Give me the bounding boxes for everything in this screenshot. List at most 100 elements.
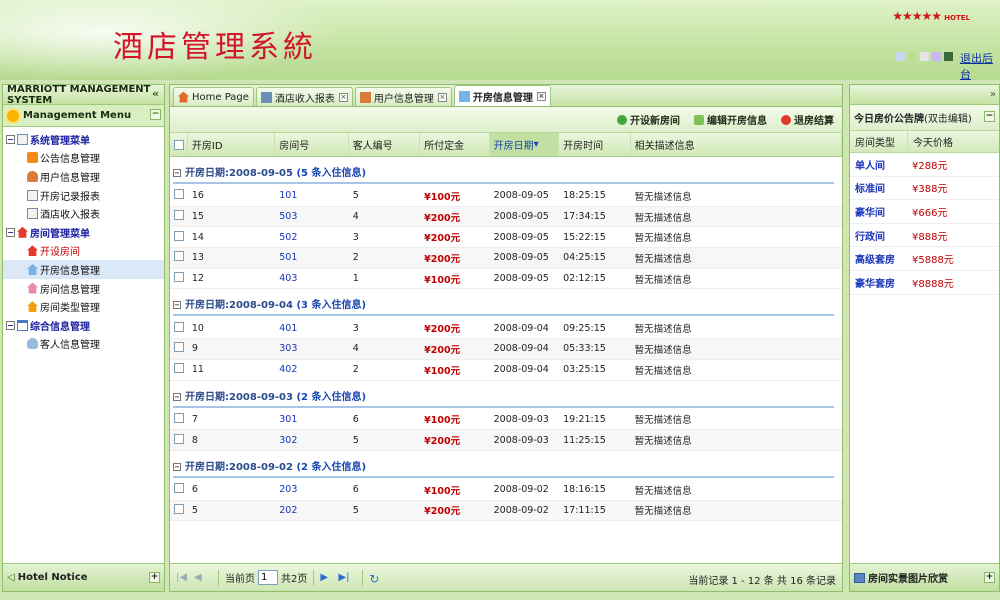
new-room-button[interactable]: 开设新房间 xyxy=(617,112,680,127)
column-header[interactable]: 房间号 xyxy=(275,133,349,156)
row-checkbox[interactable] xyxy=(174,412,184,423)
row-checkbox[interactable] xyxy=(174,321,184,332)
menu-group-2[interactable]: − 综合信息管理 xyxy=(3,316,164,335)
column-header[interactable]: 开房日期 ▾ xyxy=(489,133,560,156)
table-row[interactable]: 8 302 5 ¥200元 2008-09-03 11:25:15 暂无描述信息 xyxy=(170,430,842,451)
select-all-checkbox[interactable] xyxy=(174,139,184,150)
cell-time: 17:34:15 xyxy=(563,211,606,223)
price-row[interactable]: 标准间 ¥388元 xyxy=(850,177,999,201)
table-row[interactable]: 14 502 3 ¥200元 2008-09-05 15:22:15 暂无描述信息 xyxy=(170,227,842,249)
page-number-input[interactable] xyxy=(258,570,278,585)
collapse-right-button[interactable]: » xyxy=(990,89,996,100)
price-row[interactable]: 高级套房 ¥5888元 xyxy=(850,247,999,271)
close-tab-icon[interactable]: × xyxy=(437,92,447,102)
menu-item[interactable]: 房间信息管理 xyxy=(3,279,164,298)
room-photos-expand-button[interactable]: + xyxy=(984,572,995,583)
group-collapse-icon[interactable]: − xyxy=(173,169,181,177)
row-checkbox[interactable] xyxy=(174,230,184,241)
table-row[interactable]: 10 401 3 ¥200元 2008-09-04 09:25:15 暂无描述信息 xyxy=(170,318,842,340)
theme-color-swatch[interactable] xyxy=(944,52,953,61)
table-row[interactable]: 12 403 1 ¥100元 2008-09-05 02:12:15 暂无描述信息 xyxy=(170,269,842,290)
column-header[interactable]: 所付定金 xyxy=(420,133,490,156)
edit-room-button[interactable]: 编辑开房信息 xyxy=(694,112,767,127)
theme-color-swatch[interactable] xyxy=(932,52,941,61)
table-row[interactable]: 9 303 4 ¥200元 2008-09-04 05:33:15 暂无描述信息 xyxy=(170,339,842,360)
table-row[interactable]: 15 503 4 ¥200元 2008-09-05 17:34:15 暂无描述信息 xyxy=(170,206,842,228)
theme-color-swatch[interactable] xyxy=(908,52,917,61)
prev-page-icon[interactable]: ◀ xyxy=(194,572,206,584)
price-row[interactable]: 单人间 ¥288元 xyxy=(850,153,999,177)
menu-item[interactable]: 开房信息管理 xyxy=(3,260,164,279)
row-checkbox[interactable] xyxy=(174,210,184,221)
row-checkbox[interactable] xyxy=(174,363,184,374)
menu-item[interactable]: 公告信息管理 xyxy=(3,149,164,168)
price-board-collapse-button[interactable]: − xyxy=(984,111,995,122)
menu-item[interactable]: 房间类型管理 xyxy=(3,297,164,316)
room-photos-bar[interactable]: 房间实景图片欣赏 + xyxy=(850,563,999,591)
row-checkbox[interactable] xyxy=(174,342,184,353)
close-tab-icon[interactable]: × xyxy=(536,91,546,101)
tab-0[interactable]: Home Page xyxy=(173,87,254,106)
tab-1[interactable]: 酒店收入报表 × xyxy=(255,87,353,106)
price-row[interactable]: 行政间 ¥888元 xyxy=(850,224,999,248)
hotel-notice-expand-button[interactable]: + xyxy=(149,572,160,583)
last-page-icon[interactable]: ▶| xyxy=(338,572,350,584)
collapse-left-button[interactable]: « xyxy=(150,88,161,100)
group-collapse-icon[interactable]: − xyxy=(173,301,181,310)
column-header[interactable]: 相关描述信息 xyxy=(631,133,842,156)
group-header[interactable]: − 开房日期: 2008-09-02 (2 条入住信息) xyxy=(170,454,842,476)
room-type: 单人间 xyxy=(855,160,885,172)
theme-color-picker[interactable] xyxy=(896,52,953,61)
close-tab-icon[interactable]: × xyxy=(338,92,348,102)
group-header[interactable]: − 开房日期: 2008-09-04 (3 条入住信息) xyxy=(170,292,842,314)
column-header[interactable]: 开房时间 xyxy=(559,133,631,156)
hotel-notice-bar[interactable]: ◁ Hotel Notice + xyxy=(3,563,164,591)
menu-item[interactable]: 客人信息管理 xyxy=(3,335,164,354)
theme-color-swatch[interactable] xyxy=(896,52,905,61)
first-page-icon[interactable]: |◀ xyxy=(176,572,188,584)
menu-item[interactable]: 酒店收入报表 xyxy=(3,204,164,223)
table-row[interactable]: 7 301 6 ¥100元 2008-09-03 19:21:15 暂无描述信息 xyxy=(170,410,842,431)
menu-item[interactable]: 开房记录报表 xyxy=(3,186,164,205)
menu-group-1[interactable]: − 房间管理菜单 xyxy=(3,223,164,242)
collapse-toggle-icon[interactable]: − xyxy=(6,320,15,330)
next-page-icon[interactable]: ▶ xyxy=(320,572,332,584)
group-header[interactable]: − 开房日期: 2008-09-05 (5 条入住信息) xyxy=(170,160,842,182)
collapse-toggle-icon[interactable]: − xyxy=(6,134,15,144)
tab-label: 用户信息管理 xyxy=(373,93,434,105)
edit-icon xyxy=(694,114,704,125)
checkout-button[interactable]: 退房结算 xyxy=(781,112,834,127)
row-checkbox[interactable] xyxy=(174,483,184,494)
room-price: ¥8888元 xyxy=(912,278,954,290)
group-collapse-icon[interactable]: − xyxy=(173,462,181,471)
menu-item[interactable]: 用户信息管理 xyxy=(3,167,164,186)
price-row[interactable]: 豪华套房 ¥8888元 xyxy=(850,271,999,295)
row-checkbox[interactable] xyxy=(174,189,184,200)
app-title: 酒店管理系統 xyxy=(113,30,317,65)
refresh-icon[interactable]: ↻ xyxy=(369,572,381,586)
group-header[interactable]: − 开房日期: 2008-09-03 (2 条入住信息) xyxy=(170,384,842,406)
table-row[interactable]: 6 203 6 ¥100元 2008-09-02 18:16:15 暂无描述信息 xyxy=(170,480,842,501)
row-checkbox[interactable] xyxy=(174,272,184,283)
menu-collapse-button[interactable]: − xyxy=(150,109,161,120)
table-row[interactable]: 5 202 5 ¥200元 2008-09-02 17:11:15 暂无描述信息 xyxy=(170,500,842,522)
row-checkbox[interactable] xyxy=(174,251,184,262)
menu-group-0[interactable]: − 系统管理菜单 xyxy=(3,130,164,149)
cell-guest: 6 xyxy=(352,413,359,425)
group-collapse-icon[interactable]: − xyxy=(173,392,181,401)
row-checkbox[interactable] xyxy=(174,433,184,444)
column-header[interactable]: 客人编号 xyxy=(349,133,421,156)
column-header[interactable]: 开房ID xyxy=(188,133,276,156)
table-row[interactable]: 16 101 5 ¥100元 2008-09-05 18:25:15 暂无描述信息 xyxy=(170,186,842,207)
menu-item[interactable]: 开设房间 xyxy=(3,242,164,261)
collapse-toggle-icon[interactable]: − xyxy=(6,227,15,237)
table-row[interactable]: 11 402 2 ¥100元 2008-09-04 03:25:15 暂无描述信息 xyxy=(170,360,842,381)
table-row[interactable]: 13 501 2 ¥200元 2008-09-05 04:25:15 暂无描述信息 xyxy=(170,248,842,269)
tab-3[interactable]: 开房信息管理 × xyxy=(453,85,551,106)
price-row[interactable]: 豪华间 ¥666元 xyxy=(850,200,999,224)
tab-2[interactable]: 用户信息管理 × xyxy=(354,87,452,106)
theme-color-swatch[interactable] xyxy=(920,52,929,61)
row-checkbox[interactable] xyxy=(174,503,184,514)
cell-date: 2008-09-02 xyxy=(493,504,549,516)
logout-link[interactable]: 退出后台 xyxy=(960,50,1000,82)
